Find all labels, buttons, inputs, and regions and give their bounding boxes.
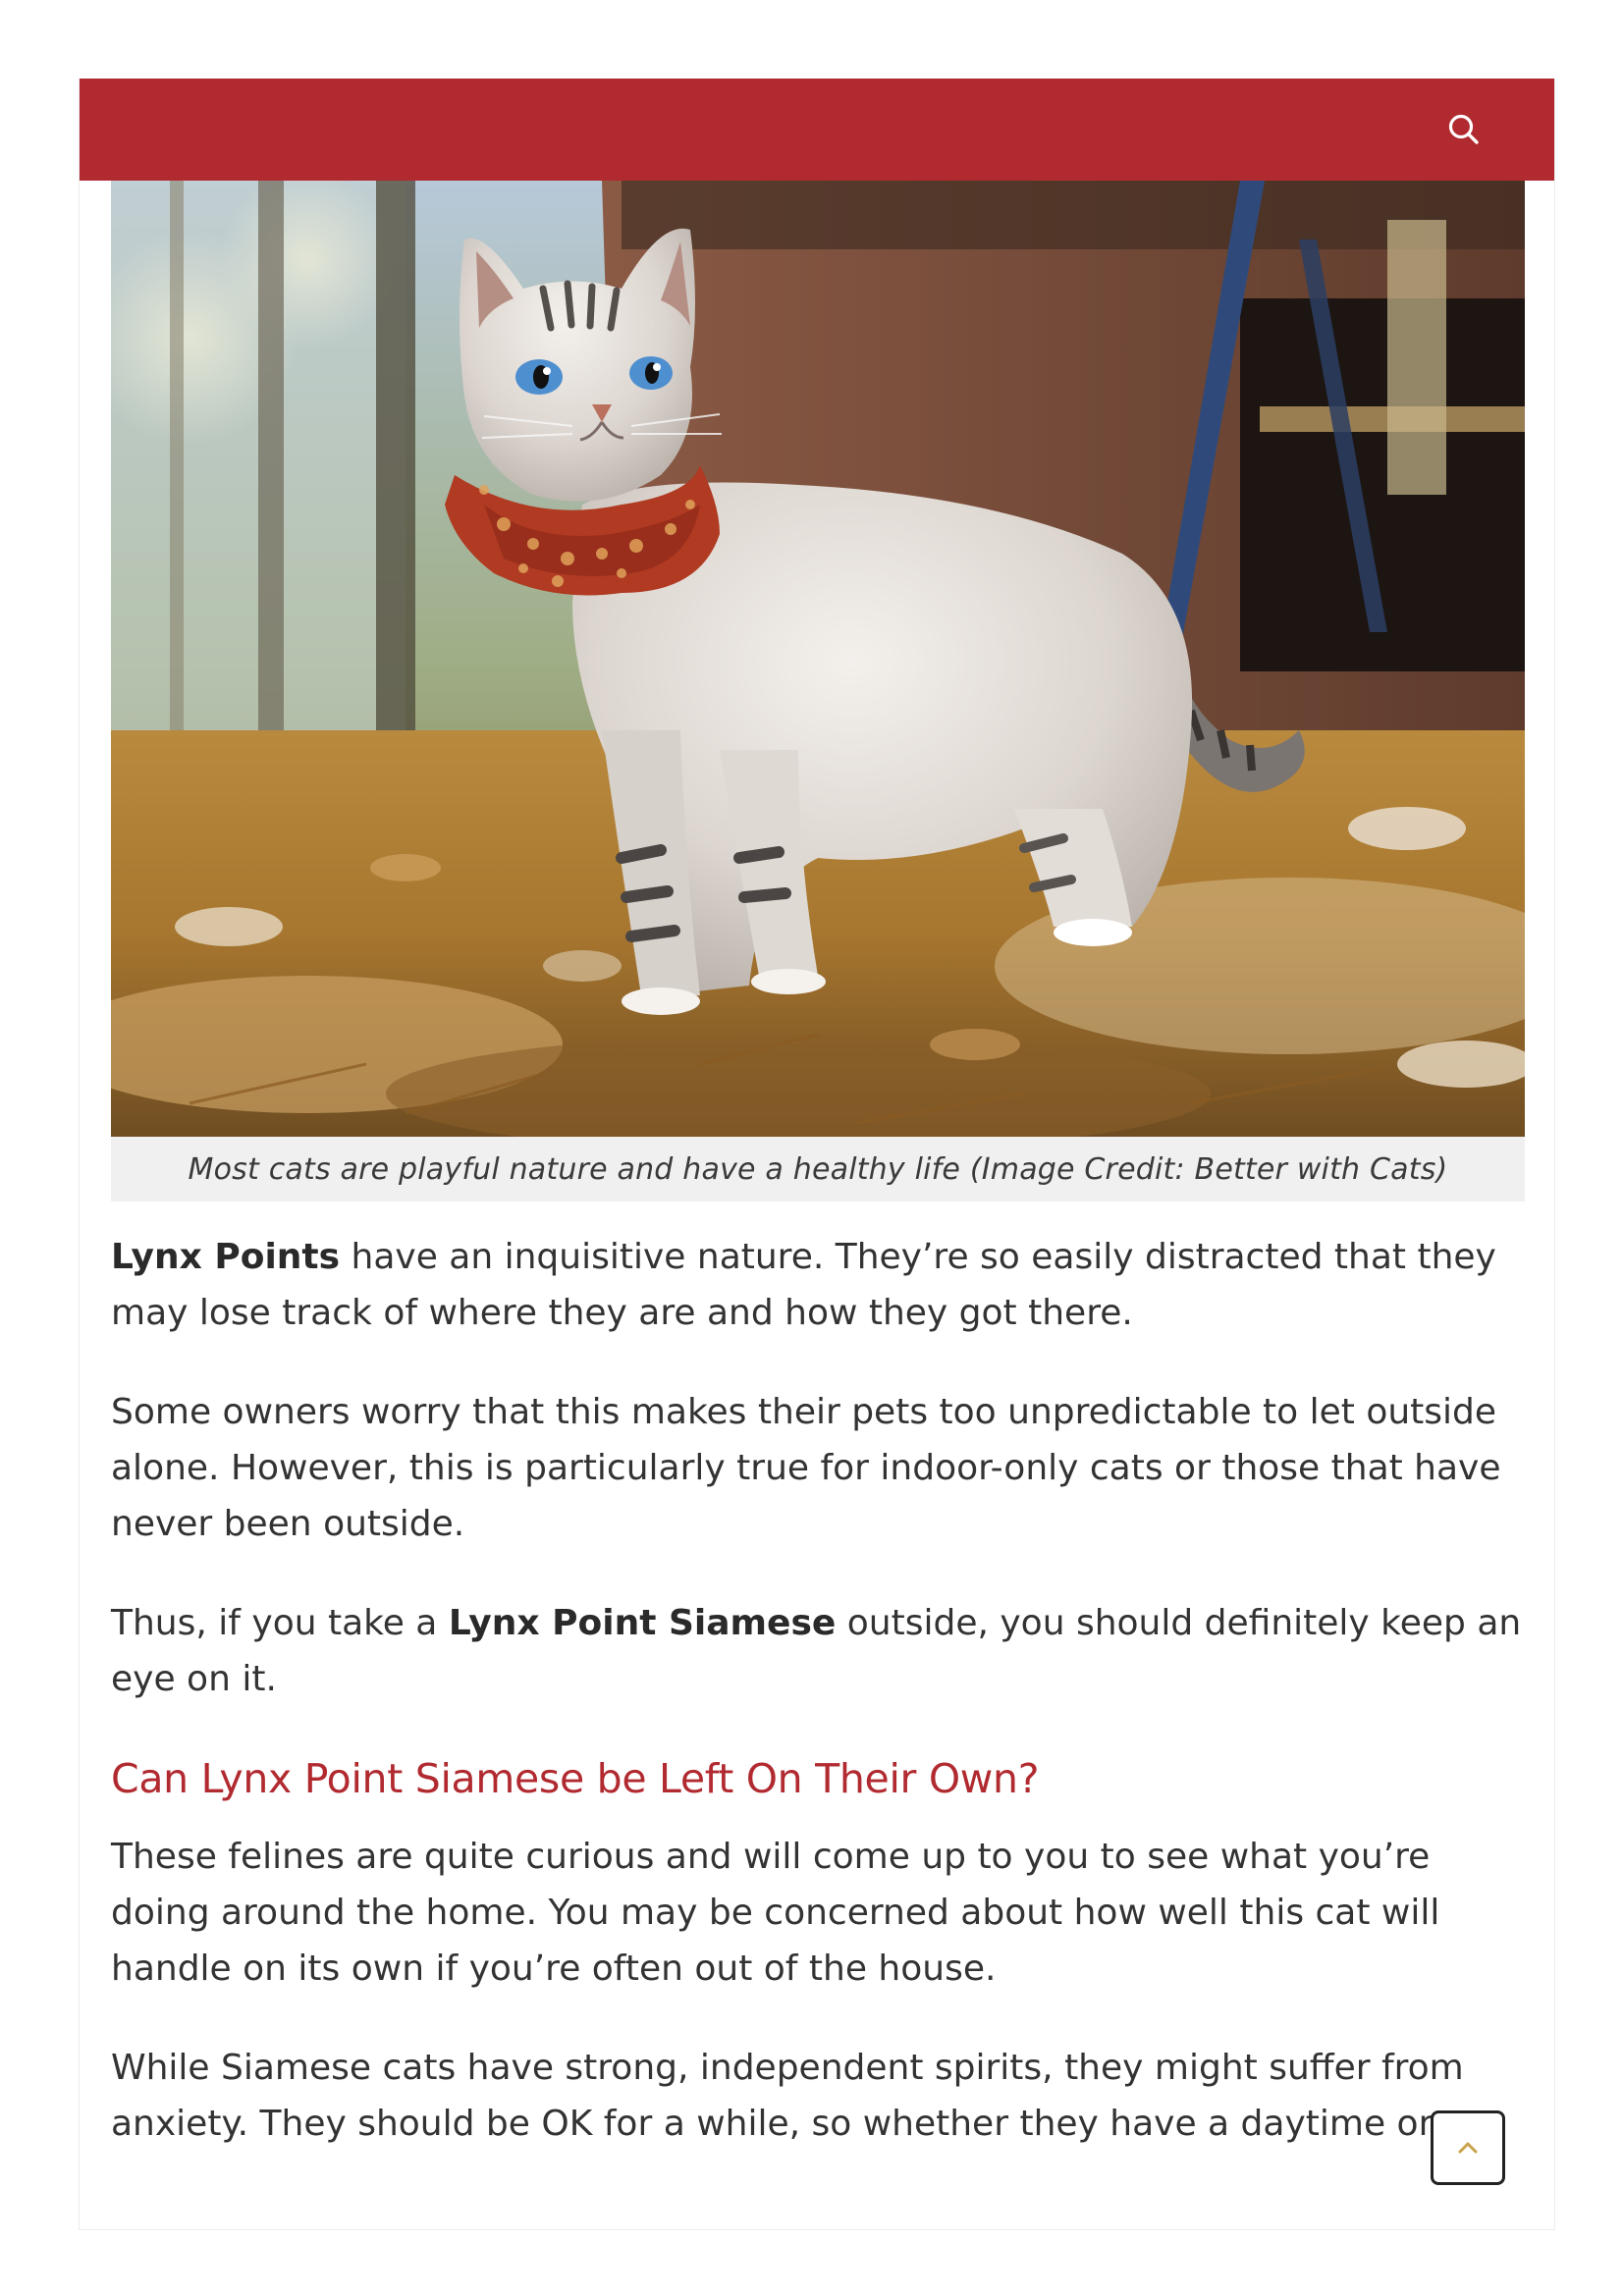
search-icon — [1448, 114, 1479, 144]
paragraph-anxiety: While Siamese cats have strong, independ… — [111, 2048, 1464, 2144]
chevron-up-icon — [1458, 2142, 1478, 2154]
paragraph-text: Thus, if you take a — [111, 1603, 449, 1643]
article-page: Most cats are playful nature and have a … — [79, 79, 1555, 2230]
scroll-to-top-button[interactable] — [1431, 2110, 1505, 2185]
article-body: Lynx Points have an inquisitive nature. … — [111, 1229, 1525, 2195]
section-heading: Can Lynx Point Siamese be Left On Their … — [111, 1755, 1040, 1802]
cat-photo — [111, 181, 1525, 1137]
paragraph-keep-an-eye: Thus, if you take a Lynx Point Siamese o… — [111, 1595, 1525, 1707]
search-button[interactable] — [1436, 102, 1491, 157]
site-header-bar — [80, 79, 1554, 181]
article-figure: Most cats are playful nature and have a … — [111, 181, 1525, 1201]
image-caption: Most cats are playful nature and have a … — [111, 1137, 1525, 1201]
bold-term-lynx-points: Lynx Points — [111, 1237, 341, 1277]
bold-term-lynx-point-siamese: Lynx Point Siamese — [448, 1603, 837, 1643]
paragraph-inquisitive: Lynx Points have an inquisitive nature. … — [111, 1229, 1525, 1341]
cat-photo-illustration — [111, 181, 1525, 1137]
paragraph-owners-worry: Some owners worry that this makes their … — [111, 1392, 1501, 1544]
paragraph-curious-felines: These felines are quite curious and will… — [111, 1837, 1440, 1989]
